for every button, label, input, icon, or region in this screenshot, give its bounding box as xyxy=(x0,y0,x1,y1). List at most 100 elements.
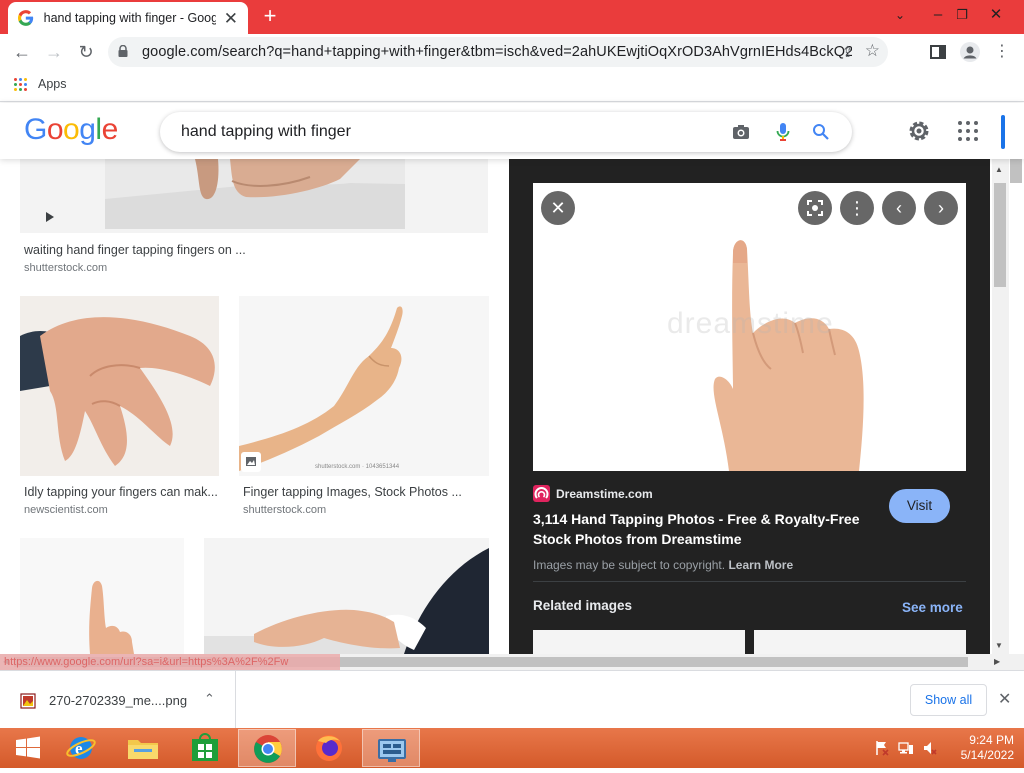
search-icon[interactable] xyxy=(812,123,830,141)
related-image-thumbnail[interactable] xyxy=(533,630,745,654)
google-logo[interactable]: Google xyxy=(24,113,118,147)
status-url-tooltip: https://www.google.com/url?sa=i&url=http… xyxy=(0,654,340,670)
taskbar: e 9:24 PM 5/14/2022 xyxy=(0,728,1024,768)
result-title[interactable]: Finger tapping Images, Stock Photos ... xyxy=(243,485,462,499)
account-edge xyxy=(1001,115,1005,149)
result-image[interactable] xyxy=(20,159,488,233)
scroll-right-icon[interactable]: ▶ xyxy=(994,657,1000,666)
clock-time: 9:24 PM xyxy=(969,733,1014,747)
related-images-heading: Related images xyxy=(533,598,633,613)
logo-letter: e xyxy=(101,113,119,146)
result-title[interactable]: waiting hand finger tapping fingers on .… xyxy=(24,243,246,257)
result-source[interactable]: shutterstock.com xyxy=(243,504,326,516)
logo-letter: G xyxy=(24,113,47,146)
start-button[interactable] xyxy=(0,729,58,767)
profile-avatar-icon[interactable] xyxy=(956,38,984,66)
result-source[interactable]: newscientist.com xyxy=(24,504,108,516)
gear-icon[interactable] xyxy=(906,118,932,144)
result-image[interactable] xyxy=(204,538,489,654)
back-icon[interactable]: ← xyxy=(8,38,36,66)
image-preview-panel: dreamstime ✕ ⋮ ‹ › Dreamstime.com 3,114 … xyxy=(509,159,990,654)
close-download-bar-icon[interactable]: ✕ xyxy=(998,689,1011,709)
store-icon[interactable] xyxy=(176,729,234,767)
network-icon[interactable] xyxy=(898,740,914,756)
volume-muted-icon[interactable] xyxy=(922,740,938,756)
action-center-flag-icon[interactable] xyxy=(874,740,890,756)
related-image-thumbnail[interactable] xyxy=(754,630,966,654)
firefox-icon[interactable] xyxy=(300,729,358,767)
browser-toolbar: ← → ↻ google.com/search?q=hand+tapping+w… xyxy=(0,34,1024,70)
page-scrollbar-thumb[interactable] xyxy=(1010,159,1022,183)
system-clock[interactable]: 9:24 PM 5/14/2022 xyxy=(944,733,1014,763)
internet-explorer-icon[interactable]: e xyxy=(52,729,110,767)
tab-close-icon[interactable]: ✕ xyxy=(224,10,238,27)
apps-bookmark[interactable]: Apps xyxy=(38,77,67,91)
chrome-taskbar-icon[interactable] xyxy=(238,729,296,767)
camera-search-icon[interactable] xyxy=(732,124,750,140)
preview-image[interactable]: dreamstime xyxy=(533,183,966,471)
address-bar[interactable]: google.com/search?q=hand+tapping+with+fi… xyxy=(108,37,888,67)
divider xyxy=(533,581,966,582)
browser-menu-icon[interactable]: ⋮ xyxy=(988,38,1016,66)
more-options-icon[interactable]: ⋮ xyxy=(840,191,874,225)
lens-search-icon[interactable] xyxy=(798,191,832,225)
logo-letter: o xyxy=(63,113,80,146)
voice-search-icon[interactable] xyxy=(776,122,790,142)
play-icon xyxy=(46,212,54,222)
clock-date: 5/14/2022 xyxy=(960,748,1014,762)
close-preview-icon[interactable]: ✕ xyxy=(541,191,575,225)
image-gallery-icon xyxy=(241,452,261,472)
preview-site-name[interactable]: Dreamstime.com xyxy=(556,487,653,501)
reload-icon[interactable]: ↻ xyxy=(72,38,100,66)
tab-title: hand tapping with finger - Goog xyxy=(43,11,216,25)
see-more-link[interactable]: See more xyxy=(902,600,963,615)
learn-more-link[interactable]: Learn More xyxy=(728,558,793,572)
dreamstime-favicon-icon xyxy=(533,485,550,502)
restore-button[interactable]: ❐ xyxy=(944,0,980,30)
preview-watermark: dreamstime xyxy=(667,307,834,340)
copyright-notice: Images may be subject to copyright. Lear… xyxy=(533,558,793,572)
preview-title[interactable]: 3,114 Hand Tapping Photos - Free & Royal… xyxy=(533,509,878,549)
scroll-up-icon[interactable]: ▲ xyxy=(995,165,1003,174)
side-panel-icon[interactable] xyxy=(924,38,952,66)
logo-letter: o xyxy=(46,113,64,146)
show-all-button[interactable]: Show all xyxy=(910,684,987,716)
url-text: google.com/search?q=hand+tapping+with+fi… xyxy=(142,44,852,60)
title-bar: hand tapping with finger - Goog ✕ + ⌄ – … xyxy=(0,0,1024,34)
share-icon[interactable]: ⇪ xyxy=(841,43,854,61)
bookmark-star-icon[interactable]: ☆ xyxy=(865,41,880,61)
download-bar: 270-2702339_me....png ⌃ Show all ✕ xyxy=(0,670,1024,729)
result-image[interactable] xyxy=(20,296,219,476)
next-image-icon[interactable]: › xyxy=(924,191,958,225)
download-item[interactable]: 270-2702339_me....png ⌃ xyxy=(0,671,236,729)
scrollbar-thumb[interactable] xyxy=(994,183,1006,287)
result-title[interactable]: Idly tapping your fingers can mak... xyxy=(24,485,218,499)
result-image[interactable] xyxy=(20,538,184,654)
result-image[interactable]: shutterstock.com · 1043651344 xyxy=(239,296,489,476)
chevron-up-icon[interactable]: ⌃ xyxy=(204,691,215,707)
google-header: Google hand tapping with finger xyxy=(0,103,1024,159)
new-tab-button[interactable]: + xyxy=(258,4,282,28)
visit-button[interactable]: Visit xyxy=(889,489,950,523)
logo-letter: g xyxy=(79,113,96,146)
lock-icon xyxy=(118,45,128,57)
google-favicon-icon xyxy=(18,10,34,26)
watermark-text: shutterstock.com · 1043651344 xyxy=(315,464,400,470)
download-file-name: 270-2702339_me....png xyxy=(49,693,188,708)
browser-tab[interactable]: hand tapping with finger - Goog ✕ xyxy=(8,2,248,34)
search-box[interactable]: hand tapping with finger xyxy=(160,112,852,152)
file-explorer-icon[interactable] xyxy=(114,729,172,767)
forward-icon[interactable]: → xyxy=(40,38,68,66)
vertical-scrollbar[interactable]: ▲ ▼ xyxy=(990,159,1024,654)
image-results: waiting hand finger tapping fingers on .… xyxy=(0,159,509,654)
bookmarks-bar: Apps xyxy=(0,70,1024,102)
scroll-down-icon[interactable]: ▼ xyxy=(995,641,1003,650)
search-input[interactable]: hand tapping with finger xyxy=(181,123,351,141)
previous-image-icon[interactable]: ‹ xyxy=(882,191,916,225)
google-apps-icon[interactable] xyxy=(958,121,980,143)
control-panel-icon[interactable] xyxy=(362,729,420,767)
apps-grid-icon[interactable] xyxy=(14,78,28,92)
tab-search-icon[interactable]: ⌄ xyxy=(882,0,918,30)
result-source[interactable]: shutterstock.com xyxy=(24,262,107,274)
close-window-button[interactable]: ✕ xyxy=(978,0,1014,30)
